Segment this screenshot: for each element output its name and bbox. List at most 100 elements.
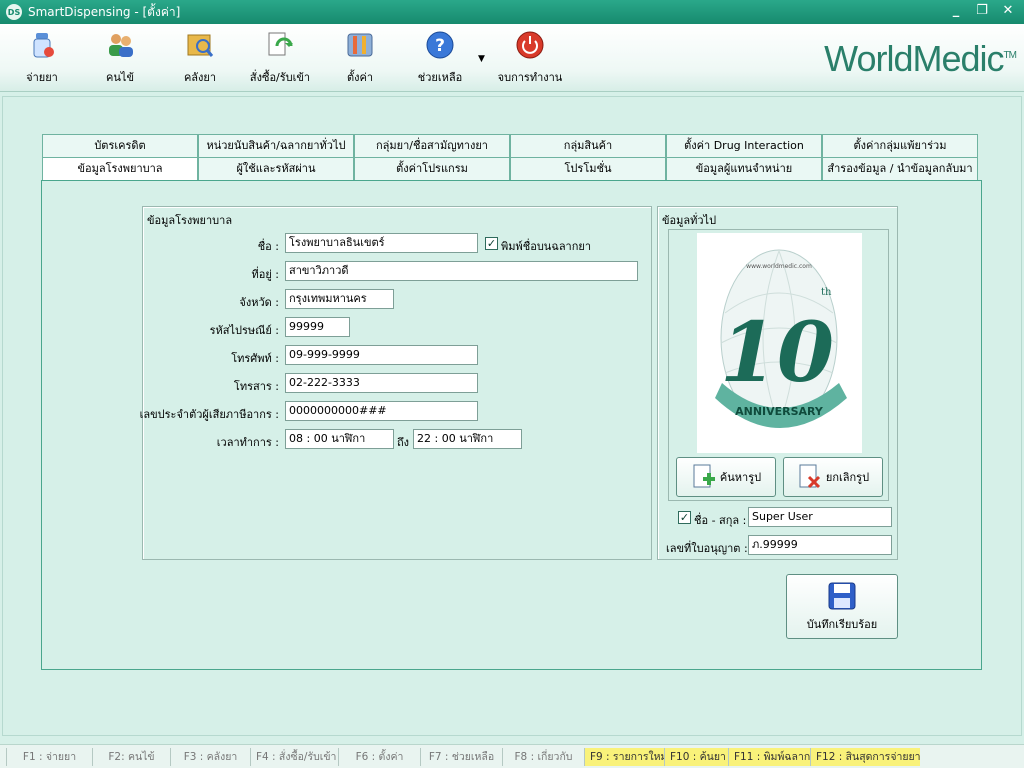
logo-ribbon-text: ANNIVERSARY xyxy=(735,405,824,418)
fax-label: โทรสาร : xyxy=(233,380,279,393)
tab-allergy-groups[interactable]: ตั้งค่ากลุ่มแพ้ยาร่วม xyxy=(822,134,978,158)
shortcut-f7[interactable]: F7 : ช่วยเหลือ xyxy=(420,747,502,766)
tab-product-groups[interactable]: กลุ่มสินค้า xyxy=(510,134,666,158)
print-name-label: พิมพ์ชื่อบนฉลากยา xyxy=(501,240,592,253)
hospital-info-group: ข้อมูลโรงพยาบาล ชื่อ : โรงพยาบาลธินเขตร์… xyxy=(139,206,652,560)
toolbar-patients-button[interactable]: คนไข้ xyxy=(78,30,162,86)
help-dropdown-arrow[interactable]: ▼ xyxy=(478,54,485,64)
restore-button[interactable]: ❐ xyxy=(974,3,990,19)
name-field[interactable]: โรงพยาบาลธินเขตร์ xyxy=(285,233,478,253)
svg-text:?: ? xyxy=(435,36,445,56)
toolbar-help-button[interactable]: ? ช่วยเหลือ xyxy=(398,30,482,86)
toolbar-label: สั่งซื้อ/รับเข้า xyxy=(249,71,311,84)
shortcut-f4[interactable]: F4 : สั่งซื้อ/รับเข้า xyxy=(250,747,338,766)
group-title: ข้อมูลโรงพยาบาล xyxy=(147,214,233,227)
title-bar: DS SmartDispensing - [ตั้งค่า] _ ❐ ✕ xyxy=(0,0,1024,24)
tab-program-settings[interactable]: ตั้งค่าโปรแกรม xyxy=(354,157,510,181)
shortcut-f10[interactable]: F10 : ค้นยา xyxy=(664,747,728,766)
tab-distributors[interactable]: ข้อมูลผู้แทนจำหน่าย xyxy=(666,157,822,181)
brand-logo: WorldMedicTM xyxy=(824,38,1017,79)
remove-image-icon xyxy=(799,464,820,489)
name-label: ชื่อ : xyxy=(257,240,279,253)
toolbar-dispense-button[interactable]: จ่ายยา xyxy=(0,30,84,86)
fullname-field[interactable]: Super User xyxy=(748,507,892,527)
shortcut-f12[interactable]: F12 : สินสุดการจ่ายยา xyxy=(810,747,920,766)
toolbar-exit-button[interactable]: จบการทำงาน xyxy=(488,30,572,86)
tab-credit-card[interactable]: บัตรเครดิต xyxy=(42,134,198,158)
tab-backup-restore[interactable]: สำรองข้อมูล / นำข้อมูลกลับมา xyxy=(822,157,978,181)
shortcut-f8[interactable]: F8 : เกี่ยวกับ xyxy=(502,747,584,766)
cancel-image-button[interactable]: ยกเลิกรูป xyxy=(783,457,883,497)
shortcut-f11[interactable]: F11 : พิมพ์ฉลาก xyxy=(728,747,810,766)
cancel-image-label: ยกเลิกรูป xyxy=(825,471,870,484)
logo-suffix: th xyxy=(821,287,832,298)
toolbar: จ่ายยา คนไข้ คลังยา สั่งซื้อ/รับเข้า ตั้… xyxy=(0,24,1024,92)
toolbar-label: จบการทำงาน xyxy=(497,71,563,84)
logo-arc-text: www.worldmedic.com xyxy=(746,263,812,270)
tab-users-passwords[interactable]: ผู้ใช้และรหัสผ่าน xyxy=(198,157,354,181)
fullname-checkbox[interactable]: ✓ xyxy=(678,511,691,524)
patients-icon xyxy=(105,30,135,60)
toolbar-settings-button[interactable]: ตั้งค่า xyxy=(318,30,402,86)
address-label: ที่อยู่ : xyxy=(251,268,279,281)
hours-to-field[interactable]: 22 : 00 นาฬิกา xyxy=(413,429,522,449)
order-receive-icon xyxy=(265,30,295,60)
settings-icon xyxy=(345,30,375,60)
shortcut-f3[interactable]: F3 : คลังยา xyxy=(170,747,250,766)
license-label: เลขที่ใบอนุญาต : xyxy=(666,542,748,555)
shortcut-f9[interactable]: F9 : รายการใหม่ xyxy=(584,747,664,766)
tab-drug-interaction[interactable]: ตั้งค่า Drug Interaction xyxy=(666,134,822,158)
print-name-checkbox[interactable]: ✓ xyxy=(485,237,498,250)
postcode-label: รหัสไปรษณีย์ : xyxy=(209,324,279,337)
tab-row-2: ข้อมูลโรงพยาบาล ผู้ใช้และรหัสผ่าน ตั้งค่… xyxy=(42,157,978,181)
dispense-icon xyxy=(27,30,57,60)
toolbar-label: ตั้งค่า xyxy=(346,71,374,84)
app-icon: DS xyxy=(6,4,22,20)
save-icon xyxy=(828,582,856,609)
toolbar-label: ช่วยเหลือ xyxy=(417,71,463,84)
toolbar-order-button[interactable]: สั่งซื้อ/รับเข้า xyxy=(238,30,322,86)
phone-field[interactable]: 09-999-9999 xyxy=(285,345,478,365)
tab-units-labels[interactable]: หน่วยนับสินค้า/ฉลากยาทั่วไป xyxy=(198,134,354,158)
toolbar-label: จ่ายยา xyxy=(26,71,58,84)
toolbar-label: คนไข้ xyxy=(106,71,134,84)
status-bar: F1 : จ่ายยา F2: คนไข้ F3 : คลังยา F4 : ส… xyxy=(0,744,1024,768)
shortcut-f2[interactable]: F2: คนไข้ xyxy=(92,747,170,766)
add-image-icon xyxy=(693,464,715,488)
postcode-field[interactable]: 99999 xyxy=(285,317,350,337)
toolbar-inventory-button[interactable]: คลังยา xyxy=(158,30,242,86)
taxid-label: เลขประจำตัวผู้เสียภาษีอากร : xyxy=(139,408,279,421)
browse-image-label: ค้นหารูป xyxy=(719,471,762,484)
logo-number: 10 xyxy=(720,305,834,401)
minimize-button[interactable]: _ xyxy=(948,3,964,19)
province-field[interactable]: กรุงเทพมหานคร xyxy=(285,289,394,309)
tab-promotions[interactable]: โปรโมชั่น xyxy=(510,157,666,181)
window-title: SmartDispensing - [ตั้งค่า] xyxy=(28,4,181,19)
address-field[interactable]: สาขาวิภาวดี xyxy=(285,261,638,281)
shortcut-f6[interactable]: F6 : ตั้งค่า xyxy=(338,747,420,766)
province-label: จังหวัด : xyxy=(239,296,279,309)
save-button[interactable]: บันทึกเรียบร้อย xyxy=(786,574,898,639)
hours-from-field[interactable]: 08 : 00 นาฬิกา xyxy=(285,429,394,449)
save-label: บันทึกเรียบร้อย xyxy=(806,617,878,631)
license-field[interactable]: ภ.99999 xyxy=(748,535,892,555)
hours-label: เวลาทำการ : xyxy=(216,436,279,449)
close-button[interactable]: ✕ xyxy=(1000,3,1016,19)
fullname-label: ชื่อ - สกุล : xyxy=(694,514,747,527)
browse-image-button[interactable]: ค้นหารูป xyxy=(676,457,776,497)
taxid-field[interactable]: 0000000000### xyxy=(285,401,478,421)
tab-drug-groups[interactable]: กลุ่มยา/ชื่อสามัญทางยา xyxy=(354,134,510,158)
logo-image: www.worldmedic.com 10 th ANNIVERSARY xyxy=(697,233,862,453)
shortcut-f1[interactable]: F1 : จ่ายยา xyxy=(6,747,92,766)
hours-to-label: ถึง xyxy=(397,436,410,449)
inventory-icon xyxy=(185,30,215,60)
group-title: ข้อมูลทั่วไป xyxy=(662,214,717,227)
tab-hospital-info[interactable]: ข้อมูลโรงพยาบาล xyxy=(42,157,198,181)
general-info-group: ข้อมูลทั่วไป www.worldmedic.com 10 th AN… xyxy=(657,206,898,560)
hospital-info-panel: ข้อมูลโรงพยาบาล ชื่อ : โรงพยาบาลธินเขตร์… xyxy=(41,180,982,670)
toolbar-label: คลังยา xyxy=(183,71,217,84)
tab-row-1: บัตรเครดิต หน่วยนับสินค้า/ฉลากยาทั่วไป ก… xyxy=(42,134,978,158)
fax-field[interactable]: 02-222-3333 xyxy=(285,373,478,393)
help-icon: ? xyxy=(425,30,455,60)
exit-icon xyxy=(515,30,545,60)
